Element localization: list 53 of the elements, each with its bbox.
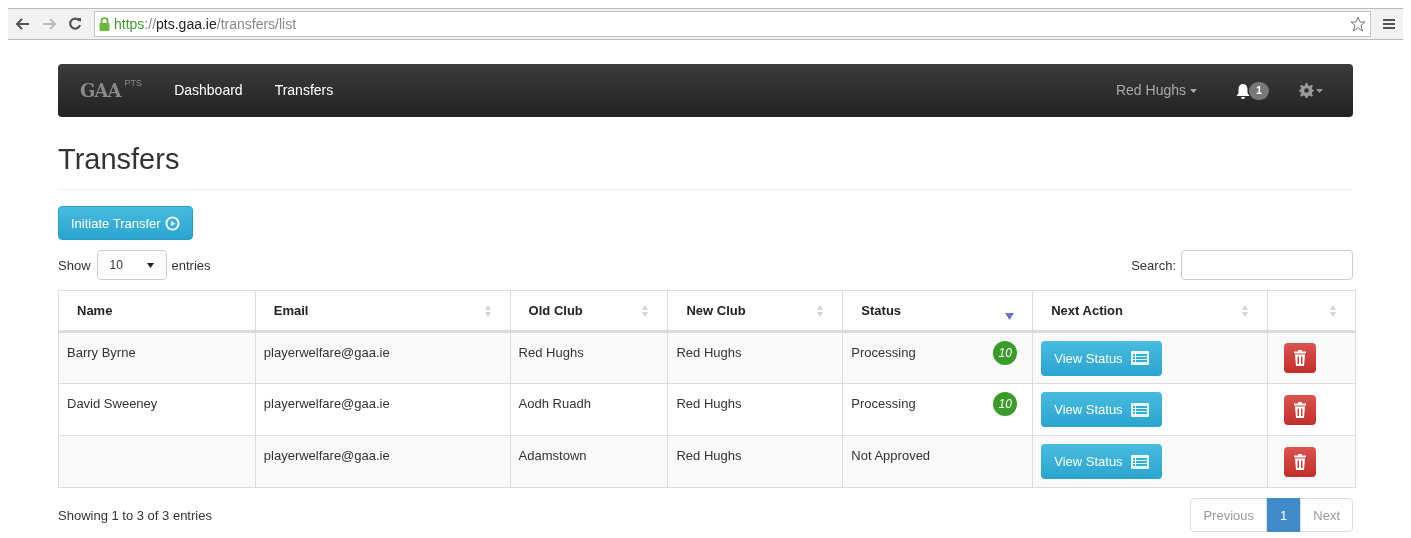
- table-cell: Aodh Ruadh: [518, 396, 591, 412]
- table-info: Showing 1 to 3 of 3 entries: [58, 506, 212, 525]
- url-text: https://pts.gaa.ie/transfers/list: [114, 14, 297, 34]
- table-cell: Red Hughs: [676, 345, 742, 361]
- settings-menu[interactable]: [1299, 83, 1323, 98]
- table-cell: playerwelfare@gaa.ie: [263, 345, 390, 361]
- delete-button[interactable]: [1284, 446, 1316, 477]
- delete-button[interactable]: [1284, 343, 1316, 374]
- pagination-link[interactable]: 1: [1267, 498, 1301, 533]
- delete-button[interactable]: [1284, 394, 1316, 425]
- table-cell-text: Processing: [851, 344, 916, 363]
- nav-link[interactable]: Dashboard: [174, 80, 243, 101]
- trash-icon: [1293, 452, 1307, 471]
- list-icon: [1130, 454, 1149, 469]
- table-cell: Barry Byrne: [67, 345, 136, 361]
- page-title: Transfers: [58, 142, 181, 177]
- table-cell: Red Hughs: [676, 396, 742, 412]
- bell-icon: [1235, 82, 1251, 99]
- table-cell-text: Processing: [851, 395, 916, 414]
- search-label: Search:: [1131, 256, 1176, 275]
- table-cell: playerwelfare@gaa.ie: [263, 448, 390, 464]
- entries-label: entries: [171, 256, 211, 275]
- lock-icon: [99, 17, 110, 31]
- trash-icon: [1293, 400, 1307, 419]
- settings-icon: [1299, 83, 1314, 98]
- caret-icon: [1190, 88, 1197, 93]
- count-badge: 10: [993, 341, 1018, 366]
- menu-icon[interactable]: [1383, 18, 1395, 30]
- table-cell: Red Hughs: [676, 448, 742, 464]
- table-cell: Red Hughs: [518, 345, 584, 361]
- caret-icon: [146, 262, 154, 268]
- page-size-select[interactable]: 10: [96, 250, 167, 281]
- search-field[interactable]: [1181, 250, 1353, 281]
- table-cell: Adamstown: [518, 448, 587, 464]
- notification-count: 1: [1249, 81, 1269, 100]
- table-cell-text: Not Approved: [851, 447, 931, 466]
- notifications-button[interactable]: 1: [1235, 81, 1269, 100]
- table-cell: David Sweeney: [67, 396, 158, 412]
- count-badge: 10: [993, 392, 1018, 417]
- show-label: Show: [58, 256, 91, 275]
- user-menu[interactable]: Red Hughs: [1115, 80, 1197, 101]
- play-circle-icon: [164, 215, 180, 231]
- list-icon: [1130, 402, 1149, 417]
- caret-icon: [1316, 88, 1323, 93]
- table-cell: playerwelfare@gaa.ie: [263, 396, 390, 412]
- nav-link[interactable]: Transfers: [274, 80, 334, 101]
- reload-icon[interactable]: [68, 17, 82, 31]
- list-icon: [1130, 351, 1149, 366]
- trash-icon: [1293, 349, 1307, 368]
- back-arrow-icon[interactable]: [16, 18, 30, 30]
- address-bar[interactable]: https://pts.gaa.ie/transfers/list: [94, 11, 1371, 37]
- star-icon[interactable]: [1350, 16, 1366, 32]
- logo[interactable]: GAA PTS: [80, 77, 143, 104]
